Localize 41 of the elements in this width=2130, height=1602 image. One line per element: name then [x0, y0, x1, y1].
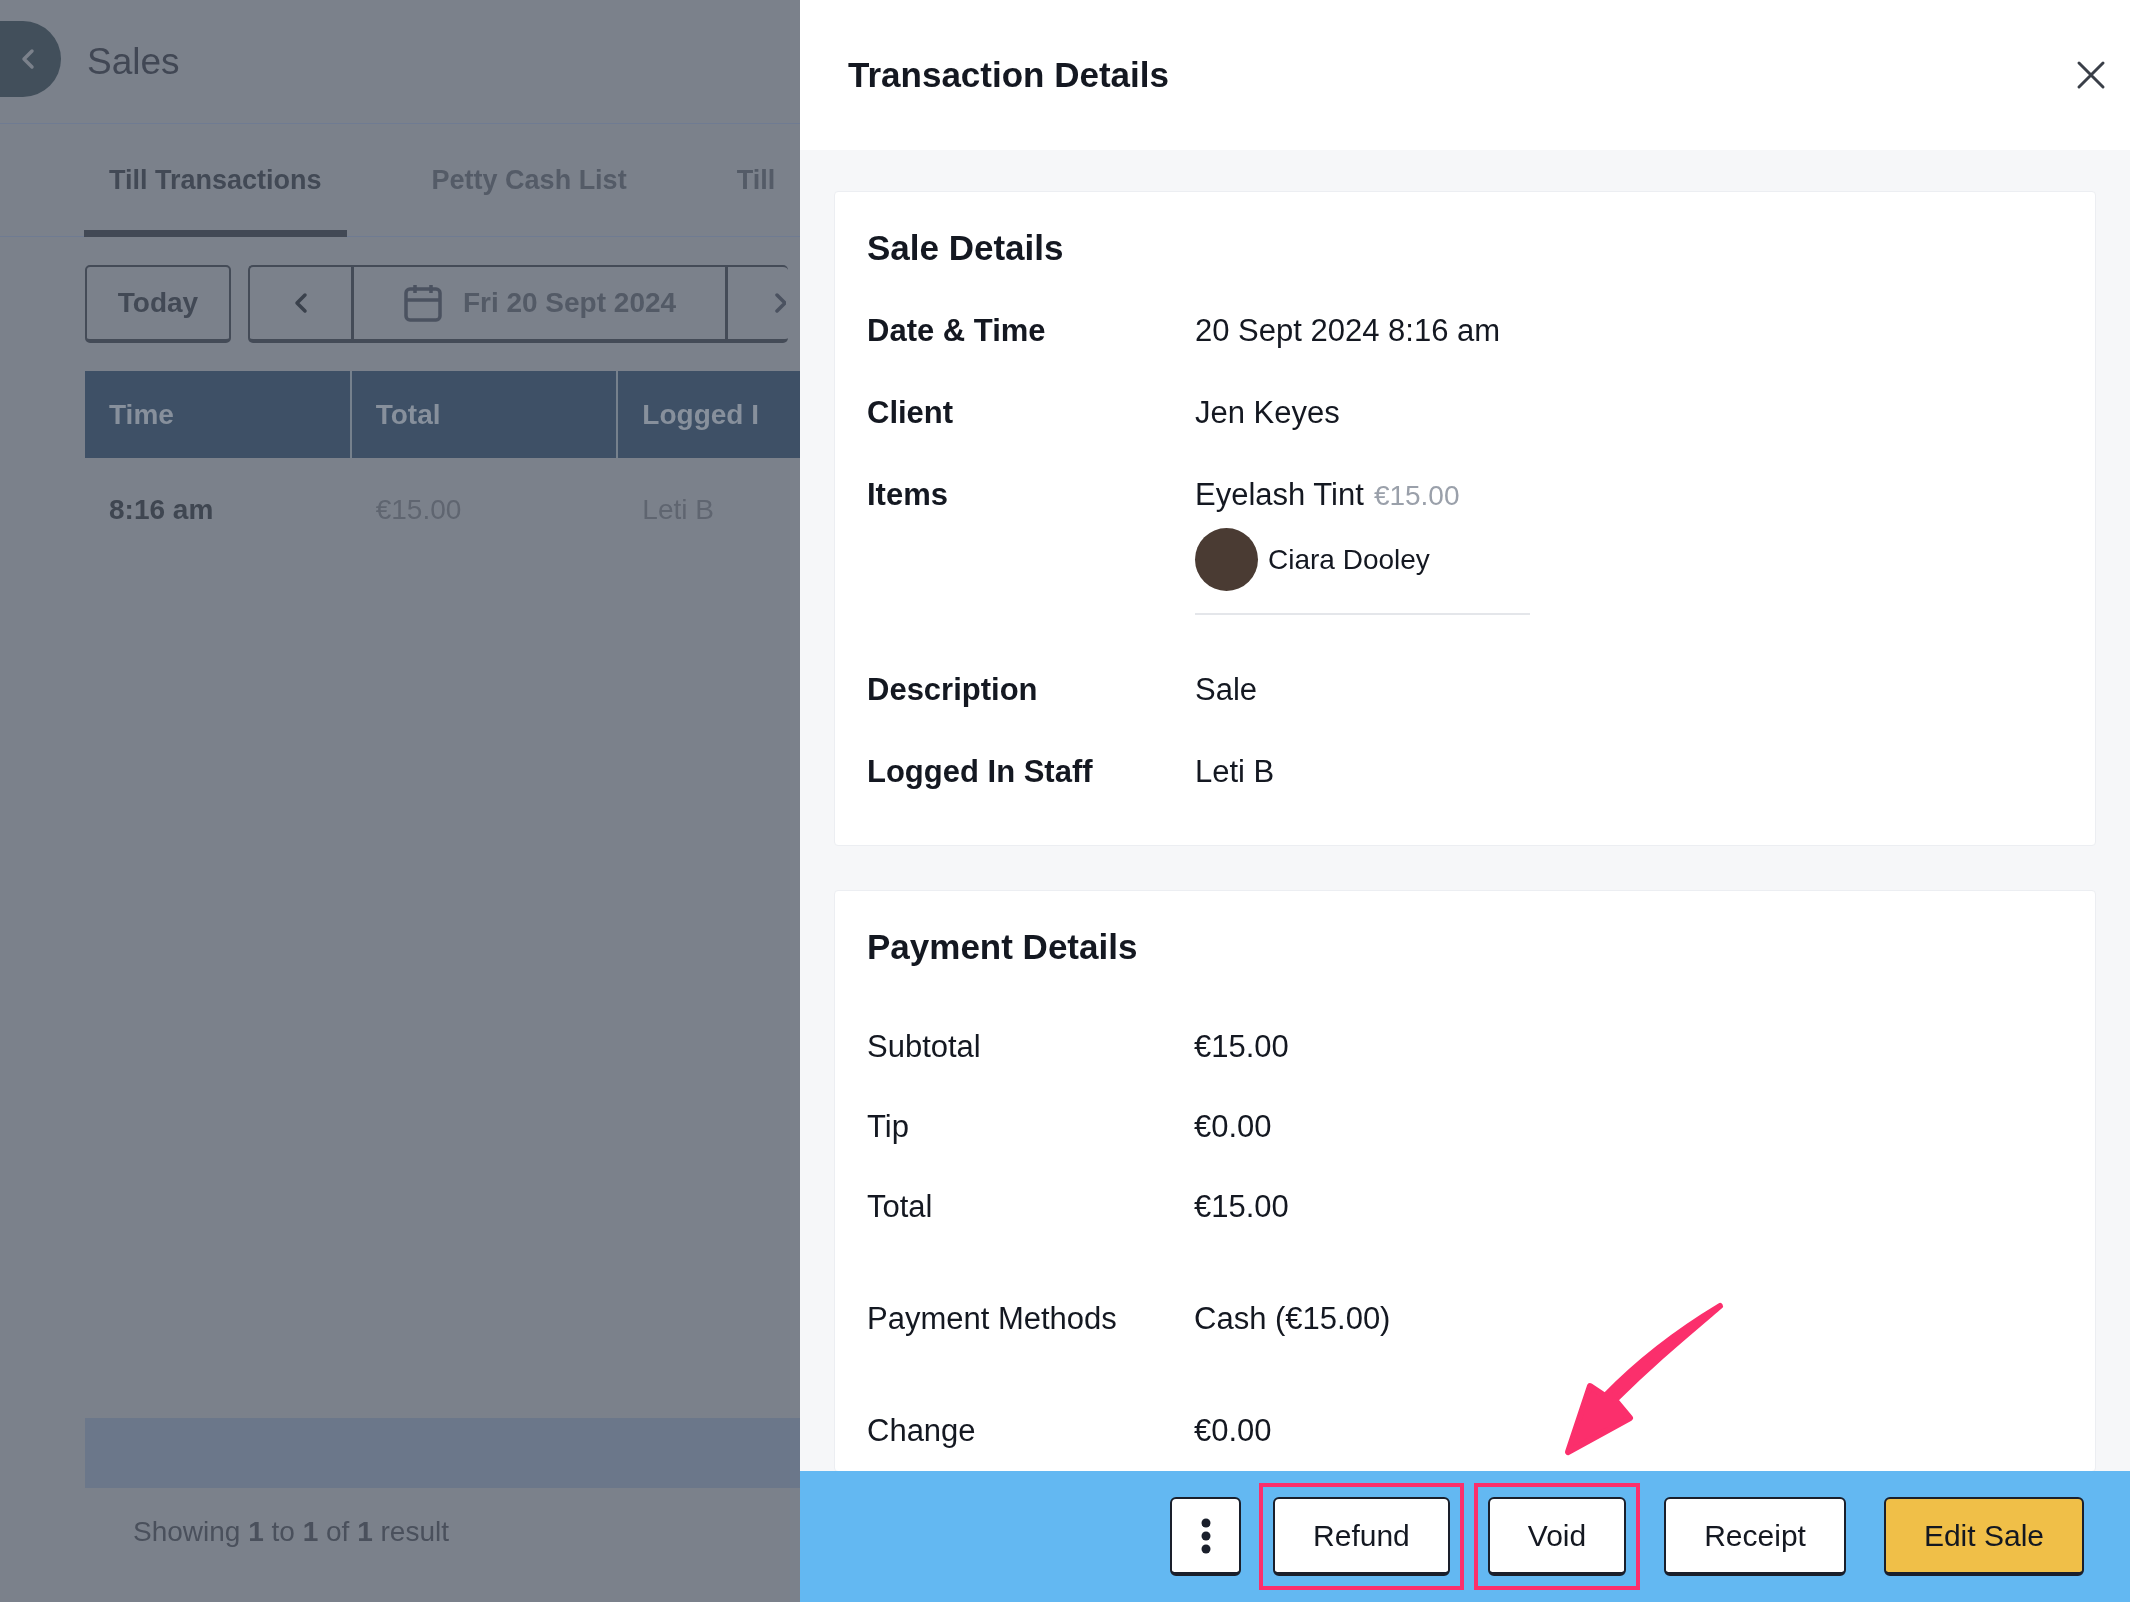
action-button[interactable]: Void — [1487, 1497, 1627, 1576]
field-label: Description — [867, 671, 1039, 709]
page-title: Sales — [87, 40, 180, 83]
field-label: Client — [867, 394, 955, 432]
item-name: Eyelash Tint — [1195, 476, 1364, 514]
field-value: €15.00 — [1194, 1029, 1289, 1065]
field-label: Total — [867, 1189, 934, 1225]
field-value: €0.00 — [1194, 1109, 1272, 1145]
column-header: Total — [351, 371, 619, 458]
back-button[interactable] — [0, 20, 61, 97]
field-value: Jen Keyes — [1195, 394, 1340, 432]
field-label: Payment Methods — [867, 1301, 1118, 1337]
field-value: €15.00 — [1194, 1189, 1289, 1225]
action-button[interactable]: Edit Sale — [1883, 1497, 2084, 1576]
field-label: Change — [867, 1413, 977, 1449]
field-label: Items — [867, 476, 949, 514]
action-button[interactable]: Refund — [1273, 1497, 1450, 1576]
field-label: Subtotal — [867, 1029, 982, 1065]
action-button[interactable]: Receipt — [1664, 1497, 1846, 1576]
chevron-right-icon — [774, 291, 786, 315]
staff-name: Ciara Dooley — [1268, 543, 1430, 576]
field-value: €0.00 — [1194, 1413, 1272, 1449]
drawer-title: Transaction Details — [848, 55, 1169, 95]
section-title: Sale Details — [867, 228, 1065, 268]
more-options-button[interactable] — [1170, 1497, 1242, 1576]
calendar-icon — [402, 283, 443, 323]
section-title: Payment Details — [867, 927, 1139, 967]
chevron-left-icon — [292, 291, 309, 315]
field-value: Leti B — [1195, 753, 1275, 791]
more-icon — [1200, 1517, 1211, 1554]
column-header: Time — [85, 371, 352, 458]
field-value: Cash (€15.00) — [1194, 1301, 1391, 1337]
today-button[interactable]: Today — [85, 265, 231, 343]
item-price: €15.00 — [1373, 480, 1460, 512]
tab[interactable]: Till Transactions — [84, 124, 347, 237]
field-label: Logged In Staff — [867, 753, 1094, 791]
field-value: 20 Sept 2024 8:16 am — [1195, 312, 1501, 350]
field-value: Sale — [1195, 671, 1258, 709]
field-label: Date & Time — [867, 312, 1047, 350]
table-cell-text: 8:16 am — [108, 493, 215, 527]
field-label: Tip — [867, 1109, 910, 1145]
